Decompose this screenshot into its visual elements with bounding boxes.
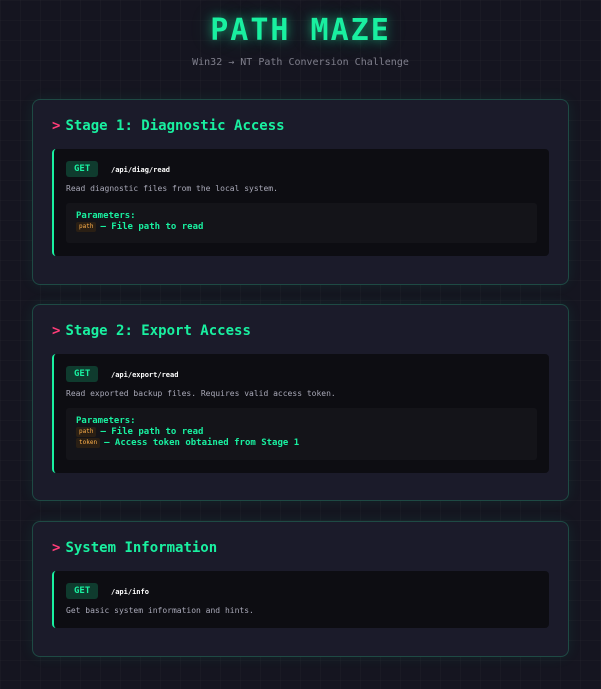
system-info-title: > System Information xyxy=(52,540,217,556)
page-subtitle: Win32 → NT Path Conversion Challenge xyxy=(192,57,409,68)
parameter-row: path – File path to read xyxy=(76,427,527,438)
stage-2-title: > Stage 2: Export Access xyxy=(52,323,251,339)
section-title-text: System Information xyxy=(65,540,218,556)
chevron-right-icon: > xyxy=(52,323,61,339)
parameter-row: token – Access token obtained from Stage … xyxy=(76,438,527,449)
endpoint-path[interactable]: /api/export/read xyxy=(111,370,178,380)
parameters-heading: Parameters: xyxy=(76,416,136,426)
endpoint-description: Read exported backup files. Requires val… xyxy=(66,389,336,398)
endpoint-description: Get basic system information and hints. xyxy=(66,606,254,615)
system-info-card: > System Information GET /api/info Get ba… xyxy=(32,521,569,657)
parameter-name: path xyxy=(76,427,97,437)
section-title-text: Stage 2: Export Access xyxy=(65,323,251,339)
parameters-box: Parameters: path – File path to read toke… xyxy=(66,408,537,460)
page-header: PATH MAZE Win32 → NT Path Conversion Cha… xyxy=(0,0,601,70)
endpoint-diag-read[interactable]: GET /api/diag/read Read diagnostic files… xyxy=(52,149,549,256)
parameter-name: token xyxy=(76,438,101,448)
endpoint-path[interactable]: /api/info xyxy=(111,587,149,597)
parameters-heading: Parameters: xyxy=(76,211,136,221)
stage-1-card: > Stage 1: Diagnostic Access GET /api/dia… xyxy=(32,99,569,285)
method-badge: GET xyxy=(66,583,99,599)
chevron-right-icon: > xyxy=(52,118,61,134)
chevron-right-icon: > xyxy=(52,540,61,556)
parameter-description: – Access token obtained from Stage 1 xyxy=(104,438,300,448)
parameter-name: path xyxy=(76,222,97,232)
page-title: PATH MAZE xyxy=(210,13,391,48)
parameter-description: – File path to read xyxy=(100,427,204,437)
section-title-text: Stage 1: Diagnostic Access xyxy=(65,118,285,134)
endpoint-description: Read diagnostic files from the local sys… xyxy=(66,184,278,193)
stage-2-card: > Stage 2: Export Access GET /api/export/… xyxy=(32,304,569,501)
endpoint-info[interactable]: GET /api/info Get basic system informati… xyxy=(52,571,549,628)
endpoint-path[interactable]: /api/diag/read xyxy=(111,165,170,175)
endpoint-export-read[interactable]: GET /api/export/read Read exported backu… xyxy=(52,354,549,473)
method-badge: GET xyxy=(66,366,99,382)
method-badge: GET xyxy=(66,161,99,177)
parameter-description: – File path to read xyxy=(100,222,204,232)
parameter-row: path – File path to read xyxy=(76,222,527,233)
stage-1-title: > Stage 1: Diagnostic Access xyxy=(52,118,285,134)
parameters-box: Parameters: path – File path to read xyxy=(66,203,537,243)
